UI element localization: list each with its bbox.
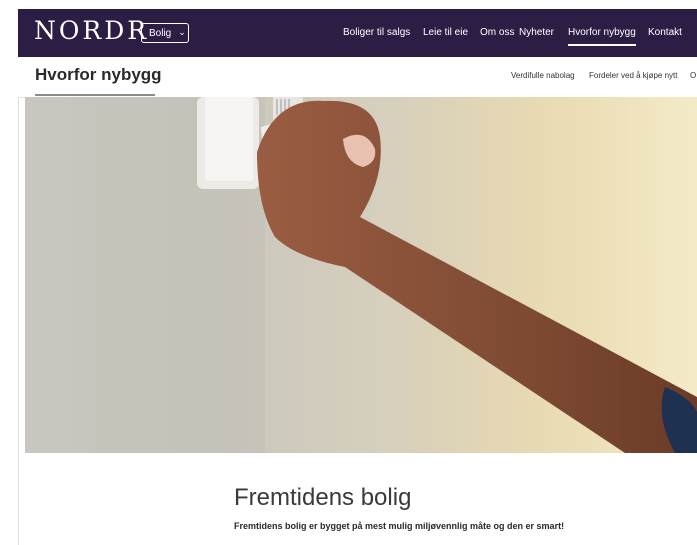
nav-item-kontakt[interactable]: Kontakt — [648, 26, 682, 40]
hero-image — [25, 97, 697, 453]
nav-item-leie-til-eie[interactable]: Leie til eie — [423, 26, 468, 40]
sub-navigation-bar: Hvorfor nybygg Verdifulle nabolag Fordel… — [18, 57, 697, 98]
nav-item-boliger-til-salgs[interactable]: Boliger til salgs — [343, 26, 410, 40]
section-lead: Fremtidens bolig er bygget på mest mulig… — [234, 521, 565, 531]
page-title: Hvorfor nybygg — [35, 65, 162, 84]
subnav-link-fordeler[interactable]: Fordeler ved å kjøpe nytt — [589, 71, 677, 80]
nav-item-om-oss[interactable]: Om oss — [480, 26, 514, 40]
section-title: Fremtidens bolig — [234, 484, 412, 511]
subnav-link-verdifulle-nabolag[interactable]: Verdifulle nabolag — [511, 71, 575, 80]
main-nav: Boliger til salgs Leie til eie Om oss Ny… — [18, 9, 697, 57]
page-title-underline — [35, 94, 155, 96]
nav-item-nyheter[interactable]: Nyheter — [519, 26, 554, 40]
nav-item-hvorfor-nybygg[interactable]: Hvorfor nybygg — [568, 26, 636, 46]
site-header: NORDR Bolig ⌄ Boliger til salgs Leie til… — [18, 9, 697, 57]
hero-image-hand-on-wall-switch-icon — [25, 97, 697, 453]
left-divider — [18, 97, 19, 545]
subnav-link-more[interactable]: O — [690, 71, 696, 80]
